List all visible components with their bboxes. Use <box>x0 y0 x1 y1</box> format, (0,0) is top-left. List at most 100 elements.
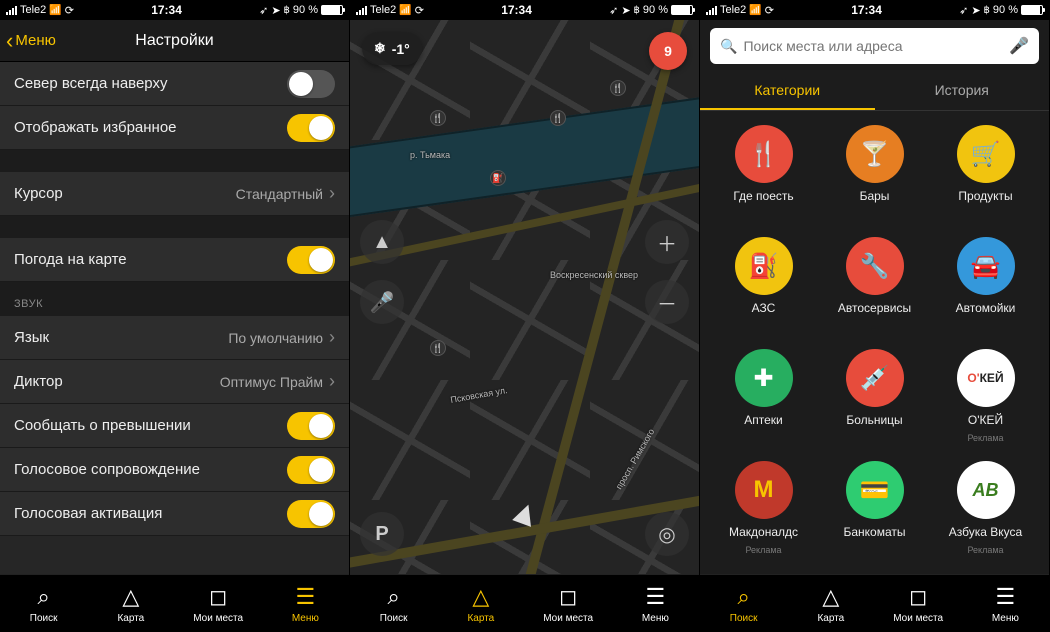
tab-map[interactable]: △ Карта <box>787 575 874 632</box>
tab-history[interactable]: История <box>875 72 1050 110</box>
cat-grocery[interactable]: 🛒 Продукты <box>930 125 1041 203</box>
row-label: Погода на карте <box>14 251 127 268</box>
voice-button[interactable]: 🎤 <box>360 280 404 324</box>
compass-icon: ➶ <box>259 4 268 17</box>
poi-icon[interactable]: 🍴 <box>550 110 566 126</box>
toggle-north-up[interactable] <box>287 70 335 98</box>
search-icon: 🔍 <box>720 38 737 55</box>
battery-icon <box>671 5 693 15</box>
battery-pct: 90 % <box>993 4 1018 16</box>
mic-icon: 🎤 <box>370 290 395 315</box>
alerts-button[interactable]: 9 <box>649 32 687 70</box>
zoom-in-button[interactable]: ＋ <box>645 220 689 264</box>
menu-icon: ☰ <box>996 584 1016 610</box>
tab-label: Мои места <box>543 613 593 624</box>
status-bar: Tele2 📶 ⟳ 17:34 ➶ ➤ ฿ 90 % <box>0 0 349 20</box>
cat-okey[interactable]: О'КЕЙ О'КЕЙ Реклама <box>930 349 1041 443</box>
search-input[interactable] <box>743 38 1003 54</box>
map-label-square: Воскресенский сквер <box>550 270 638 280</box>
compass-button[interactable]: ▲ <box>360 220 404 264</box>
row-voice-guidance[interactable]: Голосовое сопровождение <box>0 448 349 492</box>
tab-search[interactable]: ⌕ Поиск <box>0 575 87 632</box>
cat-wash[interactable]: 🚘 Автомойки <box>930 237 1041 315</box>
toggle-voice-guidance[interactable] <box>287 456 335 484</box>
row-north-up[interactable]: Север всегда наверху <box>0 62 349 106</box>
row-weather-on-map[interactable]: Погода на карте <box>0 238 349 282</box>
screen-search: Tele2 📶 ⟳ 17:34 ➶ ➤ ฿ 90 % 🔍 🎤 Категории… <box>700 0 1050 632</box>
tab-menu[interactable]: ☰ Меню <box>612 575 699 632</box>
cat-eat[interactable]: 🍴 Где поесть <box>708 125 819 203</box>
cat-atm[interactable]: 💳 Банкоматы <box>819 461 930 539</box>
back-button[interactable]: ‹ Меню <box>6 30 56 52</box>
tab-my-places[interactable]: ◻ Мои места <box>875 575 962 632</box>
row-label: Отображать избранное <box>14 119 177 136</box>
ad-label: Реклама <box>745 545 781 555</box>
row-speed-warning[interactable]: Сообщать о превышении <box>0 404 349 448</box>
cat-label: Продукты <box>958 189 1012 203</box>
tab-categories[interactable]: Категории <box>700 72 875 110</box>
toggle-weather[interactable] <box>287 246 335 274</box>
toggle-speed-warning[interactable] <box>287 412 335 440</box>
parking-button[interactable]: P <box>360 512 404 556</box>
cat-bars[interactable]: 🍸 Бары <box>819 125 930 203</box>
tab-search[interactable]: ⌕ Поиск <box>350 575 437 632</box>
tab-label: Поиск <box>730 613 758 624</box>
tab-bar: ⌕ Поиск △ Карта ◻ Мои места ☰ Меню <box>700 574 1049 632</box>
toggle-voice-activation[interactable] <box>287 500 335 528</box>
clock: 17:34 <box>851 3 882 17</box>
zoom-out-button[interactable]: － <box>645 280 689 324</box>
cat-azbuka[interactable]: АВ Азбука Вкуса Реклама <box>930 461 1041 555</box>
row-label: Сообщать о превышении <box>14 417 191 434</box>
row-cursor[interactable]: Курсор Стандартный› <box>0 172 349 216</box>
fuel-icon: ⛽ <box>735 237 793 295</box>
tab-my-places[interactable]: ◻ Мои места <box>175 575 262 632</box>
row-label: Язык <box>14 329 49 346</box>
row-language[interactable]: Язык По умолчанию› <box>0 316 349 360</box>
cat-mcdonalds[interactable]: M Макдоналдс Реклама <box>708 461 819 555</box>
cart-icon: 🛒 <box>957 125 1015 183</box>
poi-icon[interactable]: 🍴 <box>610 80 626 96</box>
bluetooth-icon: ฿ <box>284 5 290 16</box>
poi-icon[interactable]: 🍴 <box>430 110 446 126</box>
tab-map[interactable]: △ Карта <box>87 575 174 632</box>
search-box[interactable]: 🔍 🎤 <box>710 28 1039 64</box>
chevron-right-icon: › <box>329 183 335 204</box>
tab-my-places[interactable]: ◻ Мои места <box>525 575 612 632</box>
crosshair-icon: ◎ <box>658 522 675 547</box>
tab-label: Меню <box>992 613 1019 624</box>
search-bar-wrap: 🔍 🎤 <box>700 20 1049 72</box>
cat-fuel[interactable]: ⛽ АЗС <box>708 237 819 315</box>
tab-label: Карта <box>467 613 494 624</box>
tab-menu[interactable]: ☰ Меню <box>962 575 1049 632</box>
bookmark-icon: ◻ <box>909 584 927 610</box>
tab-search[interactable]: ⌕ Поиск <box>700 575 787 632</box>
search-icon: ⌕ <box>737 584 749 610</box>
tab-menu[interactable]: ☰ Меню <box>262 575 349 632</box>
cat-pharmacy[interactable]: ✚ Аптеки <box>708 349 819 427</box>
poi-icon[interactable]: ⛽ <box>490 170 506 186</box>
mic-icon[interactable]: 🎤 <box>1009 36 1029 56</box>
row-voice-activation[interactable]: Голосовая активация <box>0 492 349 536</box>
search-icon: ⌕ <box>37 584 49 610</box>
poi-icon[interactable]: 🍴 <box>430 340 446 356</box>
tab-map[interactable]: △ Карта <box>437 575 524 632</box>
activity-icon: ⟳ <box>65 4 74 17</box>
activity-icon: ⟳ <box>765 4 774 17</box>
cat-hospital[interactable]: 💉 Больницы <box>819 349 930 427</box>
cat-service[interactable]: 🔧 Автосервисы <box>819 237 930 315</box>
tab-label: Поиск <box>30 613 58 624</box>
tab-label: Карта <box>117 613 144 624</box>
carrier-label: Tele2 <box>370 4 396 16</box>
weather-widget[interactable]: ❄ -1° <box>362 32 422 65</box>
cat-label: Автомойки <box>956 301 1016 315</box>
row-show-favorites[interactable]: Отображать избранное <box>0 106 349 150</box>
tab-label: Карта <box>817 613 844 624</box>
user-location-arrow <box>512 501 538 527</box>
mcdonalds-logo: M <box>735 461 793 519</box>
toggle-show-favorites[interactable] <box>287 114 335 142</box>
wifi-icon: 📶 <box>749 5 761 16</box>
search-icon: ⌕ <box>387 584 399 610</box>
map-canvas[interactable]: ❄ -1° 9 ▲ 🎤 ＋ － P ◎ Воскресенский сквер … <box>350 20 699 574</box>
row-announcer[interactable]: Диктор Оптимус Прайм› <box>0 360 349 404</box>
locate-button[interactable]: ◎ <box>645 512 689 556</box>
